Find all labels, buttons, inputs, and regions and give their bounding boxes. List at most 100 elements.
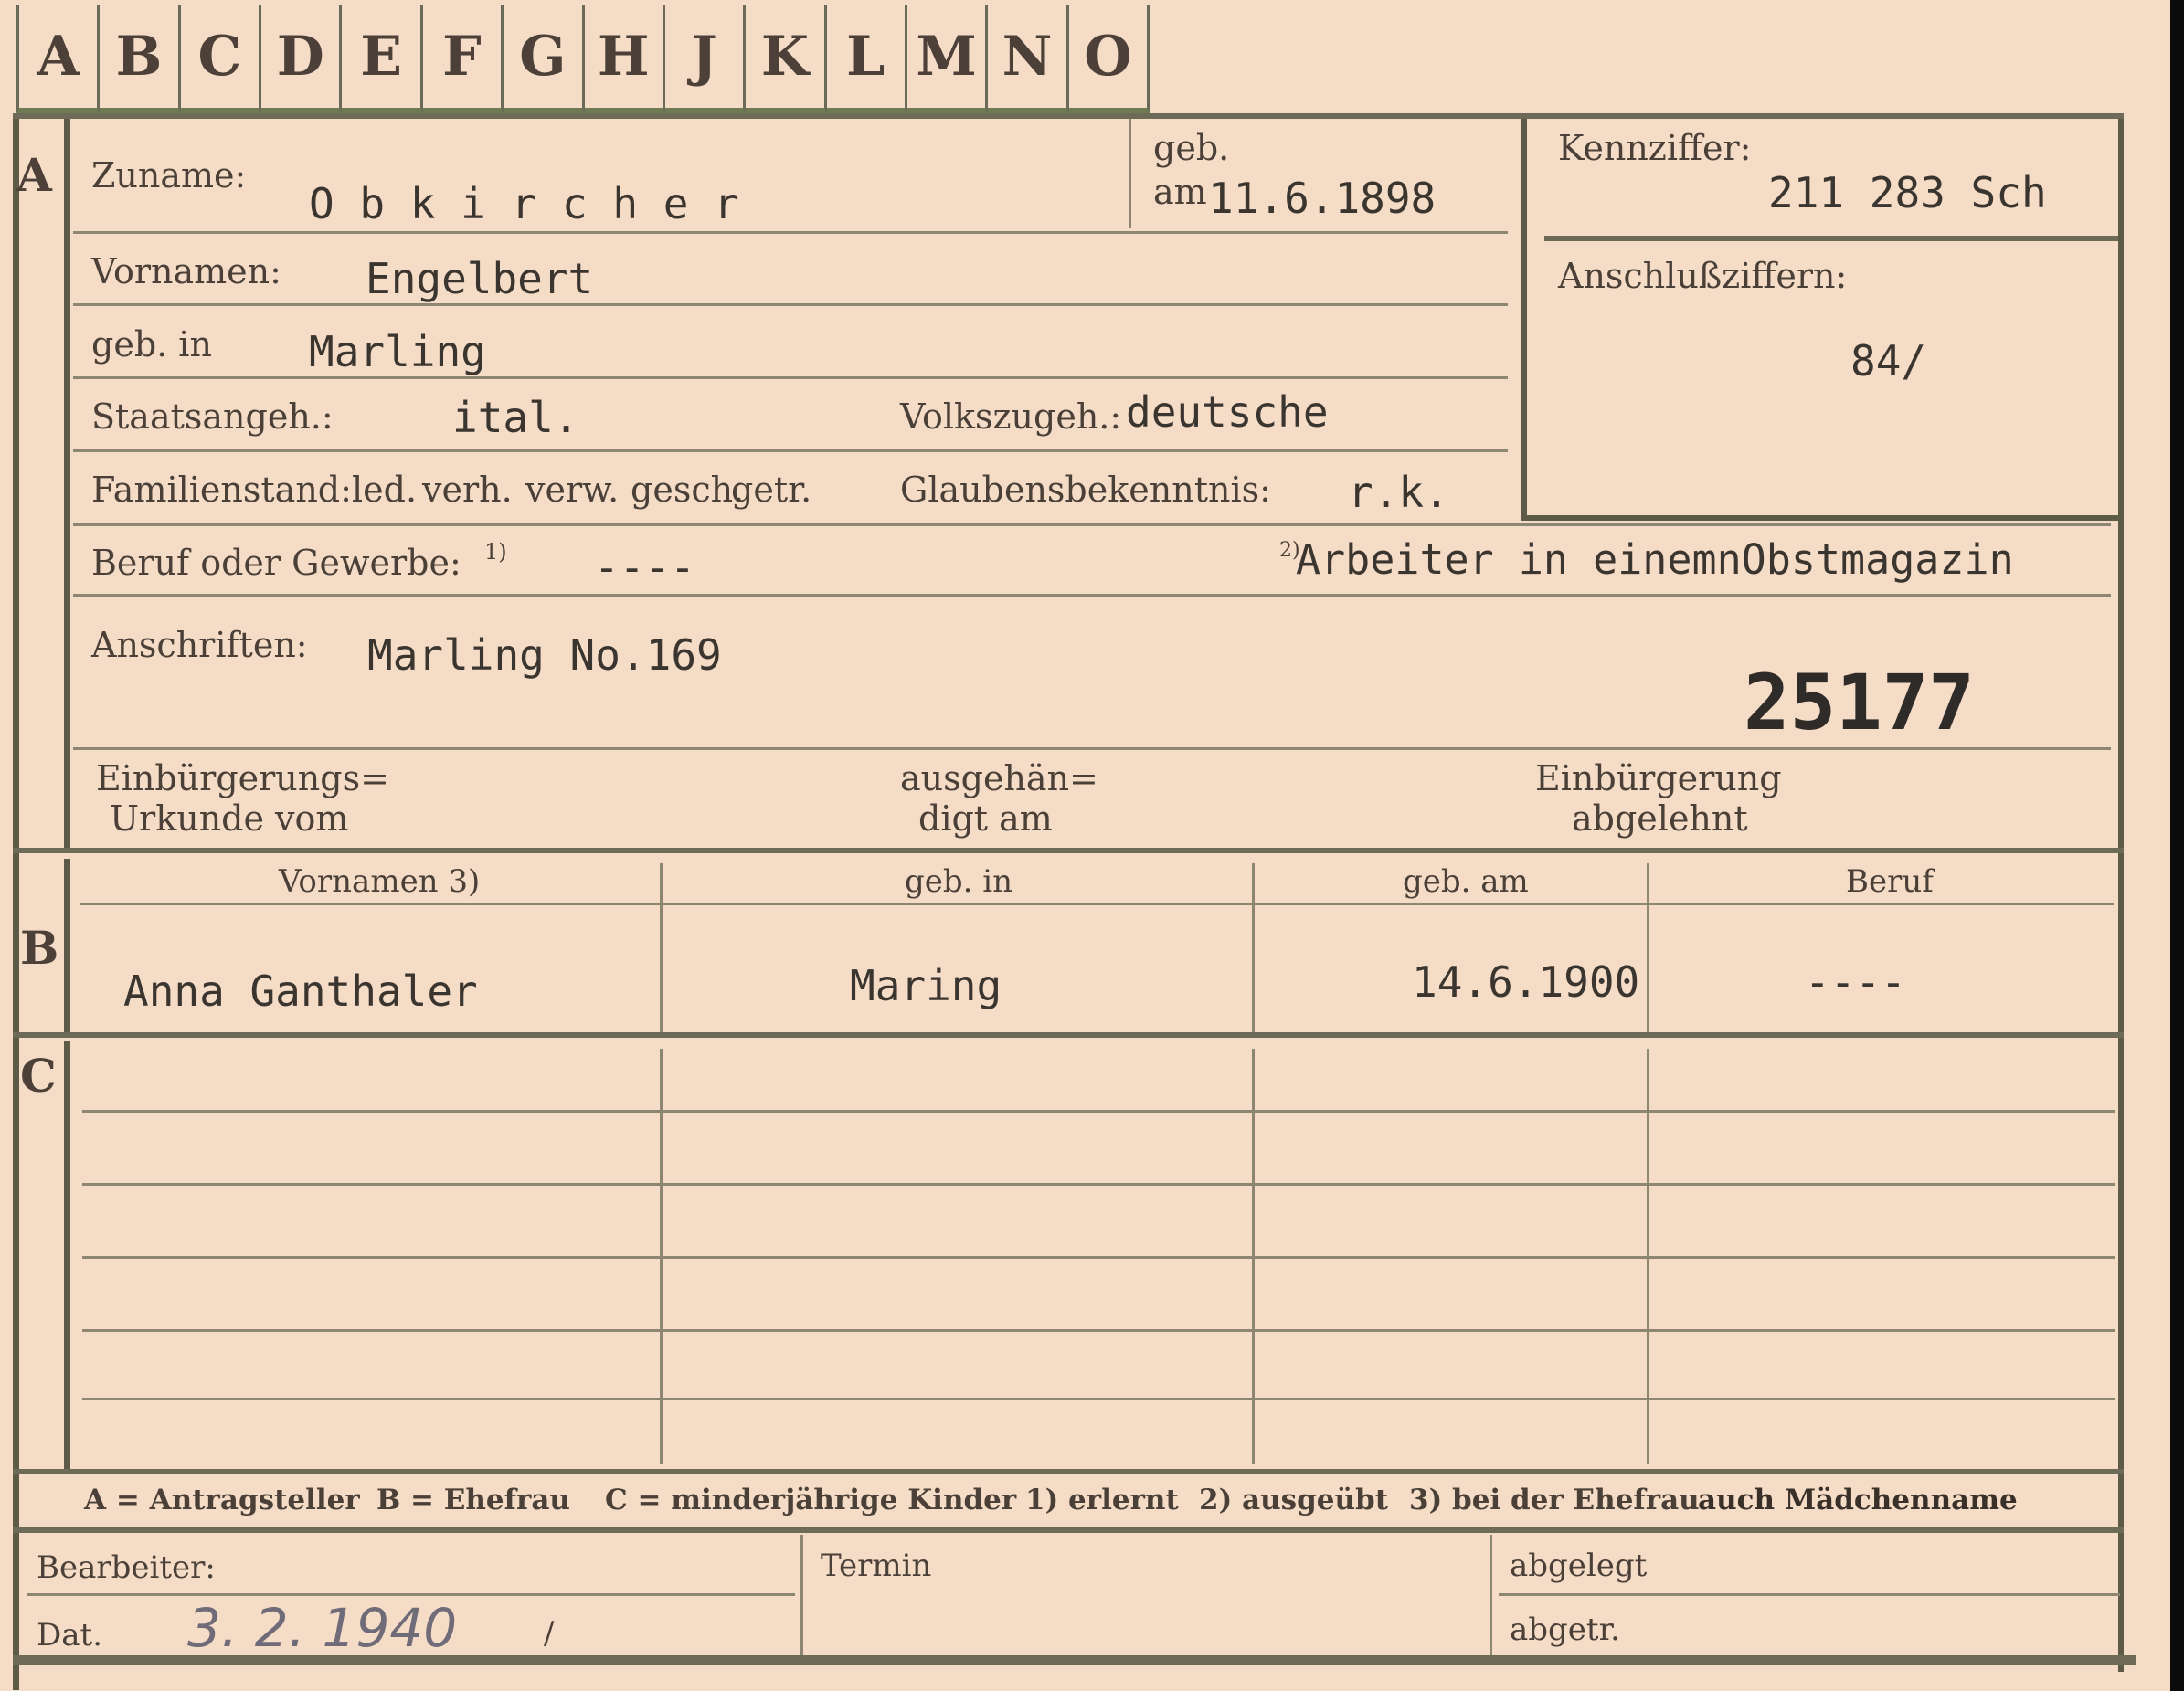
anschriften-value: Marling No.169 xyxy=(367,630,722,680)
section-a-bottom-border xyxy=(13,848,2124,853)
einbuergerung-abgelehnt-line2: abgelehnt xyxy=(1572,798,1748,839)
alphabet-tab-k: K xyxy=(746,5,827,113)
staatsangeh-label: Staatsangeh.: xyxy=(91,396,334,437)
dat-label: Dat. xyxy=(37,1617,103,1654)
einbuergerungsurkunde-label-line2: Urkunde vom xyxy=(110,798,349,839)
geb-in-value: Marling xyxy=(309,327,486,376)
rule xyxy=(73,376,1508,379)
section-marker-a: A xyxy=(16,148,52,202)
rule xyxy=(73,594,2111,597)
section-c-divider xyxy=(64,1041,70,1471)
col-divider xyxy=(660,863,663,1032)
row-rule xyxy=(82,1256,2115,1259)
zuname-value: O b k i r c h e r xyxy=(309,179,739,228)
legend-a: A = Antragsteller xyxy=(84,1484,360,1517)
alphabet-tab-b: B xyxy=(100,5,181,113)
alphabet-tab-h: H xyxy=(584,5,665,113)
row-rule xyxy=(82,1183,2115,1186)
legend-c: C = minderjährige Kinder xyxy=(605,1484,1017,1517)
legend-footnote-1: 1) erlernt xyxy=(1025,1484,1179,1517)
familienstand-option-gesch: gesch. xyxy=(631,470,745,510)
beruf-label: Beruf oder Gewerbe: xyxy=(91,543,461,583)
rule xyxy=(73,747,2111,750)
row-rule xyxy=(82,1329,2115,1332)
beruf-erlernt-value: ---- xyxy=(594,543,695,592)
row-rule xyxy=(82,1398,2115,1400)
scan-background-right xyxy=(2170,0,2184,1691)
rule xyxy=(73,449,1508,452)
vornamen-label: Vornamen: xyxy=(91,251,281,291)
legend-bottom-border xyxy=(13,1527,2124,1533)
alphabet-tab-c: C xyxy=(180,5,262,113)
dat-mark: / xyxy=(544,1615,555,1652)
left-border xyxy=(13,119,19,1690)
glaubensbekenntnis-value: r.k. xyxy=(1348,468,1449,517)
volkszugeh-value: deutsche xyxy=(1126,387,1329,437)
section-marker-b: B xyxy=(20,921,59,975)
rule xyxy=(73,303,1508,306)
anschlussziffern-value: 84/ xyxy=(1850,336,1927,386)
index-card: ABCDEFGHJKLMNO A B C Kennziffer: 211 283… xyxy=(0,0,2170,1691)
legend-footnote-3: 3) bei der Ehefrau xyxy=(1409,1484,1700,1517)
anschriften-label: Anschriften: xyxy=(91,625,308,665)
abgetr-label: abgetr. xyxy=(1510,1612,1620,1648)
card-bottom-border xyxy=(13,1655,2136,1665)
legend-footnote-2: 2) ausgeübt xyxy=(1199,1484,1389,1517)
alphabet-tab-e: E xyxy=(342,5,423,113)
header-geb-am: geb. am xyxy=(1403,863,1529,900)
rule xyxy=(73,523,2111,526)
rule xyxy=(1499,1593,2120,1596)
row-b-geb-am: 14.6.1900 xyxy=(1412,957,1640,1007)
zuname-label: Zuname: xyxy=(91,155,247,196)
alphabet-tab-j: J xyxy=(664,5,747,113)
anschlussziffern-label: Anschlußziffern: xyxy=(1558,256,1848,296)
bottom-divider xyxy=(800,1535,803,1655)
dat-value: 3. 2. 1940 xyxy=(187,1597,458,1659)
alphabet-tab-f: F xyxy=(422,5,504,113)
familienstand-option-verw: verw. xyxy=(525,470,620,510)
row-rule xyxy=(82,1110,2115,1113)
ausgehaendigt-label-line1: ausgehän= xyxy=(900,758,1098,798)
alphabet-tabs: ABCDEFGHJKLMNO xyxy=(16,5,1150,113)
section-a-divider xyxy=(64,119,70,850)
header-beruf: Beruf xyxy=(1846,863,1934,900)
alphabet-tab-g: G xyxy=(504,5,585,113)
alphabet-tab-d: D xyxy=(261,5,343,113)
vornamen-value: Engelbert xyxy=(366,254,594,303)
geb-label: geb. xyxy=(1153,128,1230,168)
beruf-ausgeuebt-value: Arbeiter in einemnObstmagazin xyxy=(1296,535,2014,584)
row-b-name: Anna Ganthaler xyxy=(123,967,478,1016)
header-vornamen: Vornamen 3) xyxy=(279,863,481,900)
section-b-divider xyxy=(64,859,70,1032)
alphabet-tab-o: O xyxy=(1068,5,1150,113)
section-marker-c: C xyxy=(20,1049,57,1103)
right-border xyxy=(2118,119,2124,1672)
termin-label: Termin xyxy=(821,1548,932,1584)
einbuergerung-abgelehnt-line1: Einbürgerung xyxy=(1535,758,1782,798)
staatsangeh-value: ital. xyxy=(452,393,579,442)
familienstand-option-getr: getr. xyxy=(731,470,812,510)
geb-am-value: 11.6.1898 xyxy=(1208,174,1437,223)
section-c-bottom-border xyxy=(13,1469,2124,1474)
row-b-geb-in: Maring xyxy=(850,961,1002,1010)
footnote-1: 1) xyxy=(484,539,507,565)
am-label: am xyxy=(1153,172,1207,212)
alphabet-tab-a: A xyxy=(16,5,101,113)
abgelegt-label: abgelegt xyxy=(1510,1548,1648,1584)
col-divider xyxy=(1647,863,1649,1032)
einbuergerungsurkunde-label-line1: Einbürgerungs= xyxy=(96,758,389,798)
legend-footnote-3-maedchenname: auch Mädchenname xyxy=(1698,1484,2018,1517)
section-b-bottom-border xyxy=(13,1032,2124,1038)
bottom-divider xyxy=(1490,1535,1492,1655)
rule xyxy=(27,1593,795,1596)
rule xyxy=(73,231,1508,234)
familienstand-label: Familienstand: xyxy=(91,470,352,510)
header-geb-in: geb. in xyxy=(905,863,1013,900)
volkszugeh-label: Volkszugeh.: xyxy=(900,396,1122,437)
row-b-beruf: ---- xyxy=(1805,957,1906,1007)
alphabet-tab-l: L xyxy=(826,5,907,113)
familienstand-option-verh: verh. xyxy=(422,470,513,510)
kennziffer-value: 211 283 Sch xyxy=(1768,168,2047,217)
ausgehaendigt-label-line2: digt am xyxy=(918,798,1053,839)
bearbeiter-label: Bearbeiter: xyxy=(37,1549,216,1586)
